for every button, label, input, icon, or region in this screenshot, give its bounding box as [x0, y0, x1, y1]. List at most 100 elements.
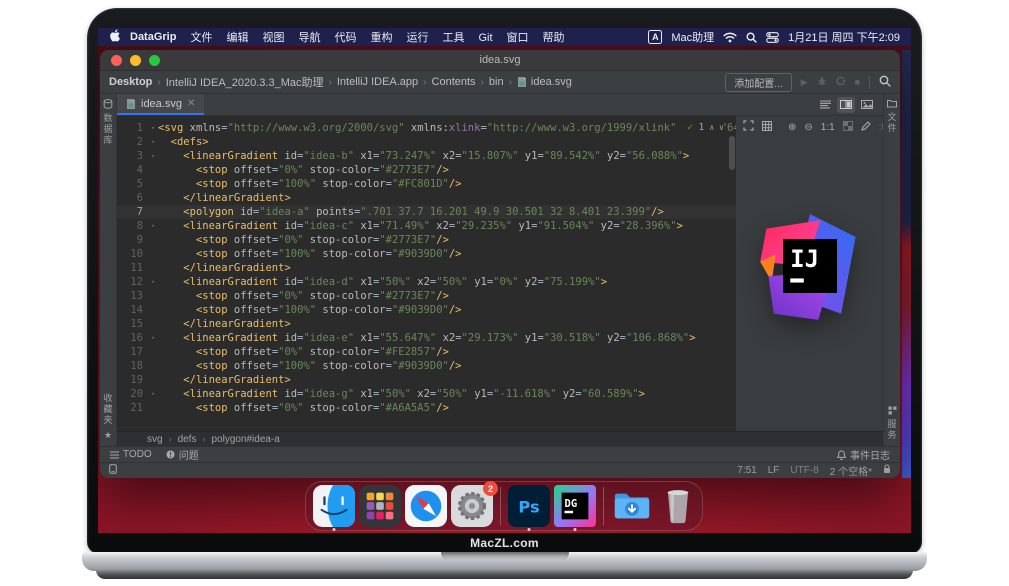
menu-item-帮助[interactable]: 帮助 — [543, 32, 565, 44]
code-line-5[interactable]: 5 <stop offset="100%" stop-color="#FC801… — [117, 177, 736, 191]
menu-item-文件[interactable]: 文件 — [190, 32, 212, 44]
fold-marker[interactable]: ▾ — [148, 149, 158, 163]
code-line-18[interactable]: 18 <stop offset="100%" stop-color="#9039… — [117, 359, 736, 373]
inspection-widget[interactable]: ✓ 1 ∧ ∨ — [683, 121, 724, 135]
todo-tool-button[interactable]: TODO — [110, 449, 152, 460]
code-line-1[interactable]: 1▾<svg xmlns="http://www.w3.org/2000/svg… — [117, 121, 736, 135]
code-line-21[interactable]: 21 <stop offset="0%" stop-color="#A6A5A5… — [117, 401, 736, 415]
view-editor-and-preview-icon[interactable] — [837, 97, 855, 113]
zoom-out-icon[interactable]: ⊖ — [804, 122, 812, 133]
code-line-11[interactable]: 11 </linearGradient> — [117, 261, 736, 275]
wifi-icon[interactable] — [723, 32, 737, 43]
file-encoding[interactable]: UTF-8 — [790, 465, 818, 476]
dock-icon-finder[interactable] — [313, 485, 355, 527]
code-editor[interactable]: 1▾<svg xmlns="http://www.w3.org/2000/svg… — [117, 116, 736, 431]
show-grid-icon[interactable] — [762, 121, 772, 134]
breadcrumb-item[interactable]: Contents — [432, 76, 476, 88]
code-line-14[interactable]: 14 <stop offset="100%" stop-color="#9039… — [117, 303, 736, 317]
dock-icon-launchpad[interactable] — [359, 485, 401, 527]
breadcrumb-item[interactable]: IntelliJ IDEA.app — [337, 76, 418, 88]
input-source-icon[interactable]: A — [648, 30, 662, 44]
database-tool-button[interactable]: 数据库 — [100, 99, 116, 146]
files-tool-button[interactable]: 文件 — [884, 99, 900, 134]
close-window-button[interactable] — [111, 55, 122, 66]
menu-item-编辑[interactable]: 编辑 — [226, 32, 248, 44]
spotlight-search-icon[interactable] — [746, 32, 757, 43]
assistant-menu-item[interactable]: Mac助理 — [671, 29, 714, 45]
window-title-bar[interactable]: idea.svg — [100, 50, 900, 71]
xml-breadcrumb-item[interactable]: svg — [147, 434, 163, 445]
menu-item-运行[interactable]: 运行 — [406, 32, 428, 44]
caret-position[interactable]: 7:51 — [737, 465, 756, 476]
fold-marker[interactable]: ▾ — [148, 331, 158, 345]
dock-icon-datagrip[interactable]: DG — [554, 485, 596, 527]
next-problem-icon[interactable]: ∨ — [719, 121, 724, 135]
code-line-12[interactable]: 12▾ <linearGradient id="idea-d" x1="50%"… — [117, 275, 736, 289]
breadcrumb-item[interactable]: Desktop — [109, 76, 152, 88]
breadcrumb-item[interactable]: idea.svg — [517, 76, 572, 88]
code-line-2[interactable]: 2▾ <defs> — [117, 135, 736, 149]
services-tool-button[interactable]: 服务 — [884, 406, 900, 441]
color-picker-icon[interactable] — [861, 121, 871, 134]
search-everywhere-icon[interactable] — [879, 75, 891, 90]
favorites-tool-button[interactable]: 收藏夹 ★ — [100, 393, 116, 441]
code-line-10[interactable]: 10 <stop offset="100%" stop-color="#9039… — [117, 247, 736, 261]
menu-app-name[interactable]: DataGrip — [130, 31, 176, 43]
chessboard-icon[interactable] — [843, 121, 853, 134]
menu-item-Git[interactable]: Git — [478, 32, 492, 44]
debug-bug-icon[interactable] — [817, 76, 827, 88]
dock-icon-system-preferences[interactable]: 2 — [451, 485, 493, 527]
tab-close-icon[interactable]: ✕ — [187, 98, 195, 109]
prev-problem-icon[interactable]: ∧ — [709, 121, 714, 135]
add-configuration-button[interactable]: 添加配置... — [725, 73, 791, 92]
menu-item-工具[interactable]: 工具 — [442, 32, 464, 44]
problems-tool-button[interactable]: 问题 — [166, 447, 199, 462]
code-line-20[interactable]: 20▾ <linearGradient id="idea-g" x1="50%"… — [117, 387, 736, 401]
code-line-15[interactable]: 15 </linearGradient> — [117, 317, 736, 331]
menu-clock[interactable]: 1月21日 周四 下午2:09 — [788, 29, 900, 45]
menu-item-导航[interactable]: 导航 — [298, 32, 320, 44]
zoom-in-icon[interactable]: ⊕ — [788, 122, 796, 133]
menu-item-视图[interactable]: 视图 — [262, 32, 284, 44]
control-center-icon[interactable] — [766, 32, 779, 43]
view-preview-only-icon[interactable] — [858, 97, 876, 113]
indent-style[interactable]: 2 个空格* — [830, 463, 872, 478]
zoom-window-button[interactable] — [149, 55, 160, 66]
apple-menu-icon[interactable] — [109, 29, 120, 45]
menu-item-窗口[interactable]: 窗口 — [507, 32, 529, 44]
dock-icon-safari[interactable] — [405, 485, 447, 527]
event-log-button[interactable]: 事件日志 — [837, 447, 890, 462]
code-line-7[interactable]: 7 <polygon id="idea-a" points=".701 37.7… — [117, 205, 736, 219]
breadcrumb-item[interactable]: IntelliJ IDEA_2020.3.3_Mac助理 — [166, 74, 324, 90]
fold-marker[interactable]: ▾ — [148, 135, 158, 149]
code-line-4[interactable]: 4 <stop offset="0%" stop-color="#2773E7"… — [117, 163, 736, 177]
fold-marker[interactable]: ▾ — [148, 387, 158, 401]
menu-item-重构[interactable]: 重构 — [370, 32, 392, 44]
run-with-coverage-icon[interactable] — [836, 76, 846, 88]
minimize-window-button[interactable] — [130, 55, 141, 66]
run-button[interactable]: ▶ — [801, 78, 808, 87]
editor-scrollbar[interactable] — [729, 136, 735, 170]
remote-target-icon[interactable] — [109, 464, 117, 477]
code-line-9[interactable]: 9 <stop offset="0%" stop-color="#2773E7"… — [117, 233, 736, 247]
stop-button[interactable]: ■ — [855, 78, 860, 87]
actual-size-label[interactable]: 1:1 — [821, 122, 835, 133]
xml-breadcrumb-item[interactable]: defs — [178, 434, 197, 445]
dock-icon-downloads[interactable] — [611, 485, 653, 527]
fold-marker[interactable]: ▾ — [148, 275, 158, 289]
view-editor-only-icon[interactable] — [816, 97, 834, 113]
fit-to-window-icon[interactable] — [743, 120, 754, 134]
code-line-16[interactable]: 16▾ <linearGradient id="idea-e" x1="55.6… — [117, 331, 736, 345]
dock-icon-trash[interactable] — [657, 485, 699, 527]
code-line-6[interactable]: 6 </linearGradient> — [117, 191, 736, 205]
code-line-19[interactable]: 19 </linearGradient> — [117, 373, 736, 387]
breadcrumb-item[interactable]: bin — [489, 76, 504, 88]
fold-marker[interactable]: ▾ — [148, 121, 158, 135]
code-line-3[interactable]: 3▾ <linearGradient id="idea-b" x1="73.24… — [117, 149, 736, 163]
line-separator[interactable]: LF — [768, 465, 780, 476]
code-line-8[interactable]: 8▾ <linearGradient id="idea-c" x1="71.49… — [117, 219, 736, 233]
xml-breadcrumb-item[interactable]: polygon#idea-a — [211, 434, 279, 445]
readonly-lock-icon[interactable] — [883, 464, 891, 477]
menu-item-代码[interactable]: 代码 — [334, 32, 356, 44]
editor-tab-idea-svg[interactable]: idea.svg ✕ — [117, 94, 204, 115]
